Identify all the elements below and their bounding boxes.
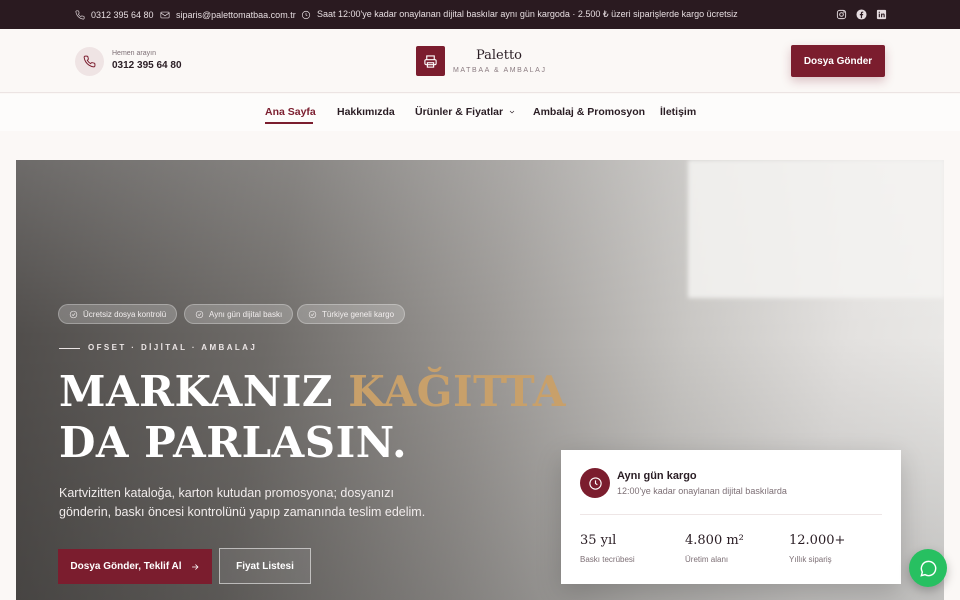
facebook-icon[interactable] xyxy=(855,8,867,20)
hero-light-area xyxy=(688,160,944,298)
stat-label: Yıllık sipariş xyxy=(789,555,832,564)
topbar-email-text: siparis@palettomatbaa.com.tr xyxy=(176,9,296,20)
nav-item-label: Ürünler & Fiyatlar xyxy=(415,106,504,118)
send-file-quote-button[interactable]: Dosya Gönder, Teklif Al xyxy=(58,549,212,584)
nav-item-home[interactable]: Ana Sayfa xyxy=(265,106,316,118)
phone-icon xyxy=(75,9,85,19)
clock-icon xyxy=(580,468,610,498)
instagram-icon[interactable] xyxy=(835,8,847,20)
topbar-email[interactable]: siparis@palettomatbaa.com.tr xyxy=(160,0,296,29)
feature-pill: Ücretsiz dosya kontrolü xyxy=(58,304,178,324)
mail-icon xyxy=(160,11,170,18)
price-list-button[interactable]: Fiyat Listesi xyxy=(219,548,311,584)
eyebrow-line xyxy=(59,348,80,349)
stat-value: 4.800 m² xyxy=(685,533,744,548)
stat-label: Baskı tecrübesi xyxy=(580,555,635,564)
feature-pill-label: Ücretsiz dosya kontrolü xyxy=(83,309,167,319)
printer-logo-icon[interactable] xyxy=(416,46,445,76)
feature-pill-label: Türkiye geneli kargo xyxy=(322,309,395,319)
headline-line2: DA PARLASIN. xyxy=(59,418,408,467)
hero-eyebrow: OFSET · DİJİTAL · AMBALAJ xyxy=(88,343,258,352)
card-divider xyxy=(580,514,882,515)
hero-headline: MARKANIZ KAĞITTA DA PARLASIN. xyxy=(59,366,566,468)
nav-item-contact[interactable]: İletişim xyxy=(660,106,696,118)
topbar-phone[interactable]: 0312 395 64 80 xyxy=(75,0,154,29)
topbar-notice-text: Saat 12:00'ye kadar onaylanan dijital ba… xyxy=(317,9,738,19)
call-label: Hemen arayın xyxy=(112,50,156,57)
feature-pill: Aynı gün dijital baskı xyxy=(184,304,294,324)
nav-item-label: Ana Sayfa xyxy=(265,106,316,118)
chat-bubble-icon xyxy=(919,560,936,577)
nav-item-packaging[interactable]: Ambalaj & Promosyon xyxy=(533,106,645,118)
headline-accent: KAĞITTA xyxy=(348,367,566,416)
clock-icon xyxy=(301,10,311,19)
send-file-button[interactable]: Dosya Gönder xyxy=(791,45,885,77)
chevron-down-icon xyxy=(509,110,515,114)
stat-label: Üretim alanı xyxy=(685,555,729,564)
linkedin-icon[interactable] xyxy=(875,8,887,20)
call-number[interactable]: 0312 395 64 80 xyxy=(112,60,182,71)
nav-item-label: Ambalaj & Promosyon xyxy=(533,106,646,118)
check-circle-icon xyxy=(69,310,78,318)
nav-item-label: Hakkımızda xyxy=(337,106,395,118)
nav-item-label: İletişim xyxy=(660,106,697,118)
stat-value: 35 yıl xyxy=(580,533,617,548)
card-subtitle: 12:00'ye kadar onaylanan dijital baskıla… xyxy=(617,486,787,496)
chat-button[interactable] xyxy=(909,549,947,587)
stat-value: 12.000+ xyxy=(789,533,846,548)
check-circle-icon xyxy=(308,310,317,318)
brand-tagline: MATBAA & AMBALAJ xyxy=(453,67,547,74)
brand-name[interactable]: Paletto xyxy=(455,48,543,63)
headline-part: MARKANIZ xyxy=(59,367,349,416)
button-label: Dosya Gönder, Teklif Al xyxy=(70,561,182,572)
nav-item-products[interactable]: Ürünler & Fiyatlar xyxy=(415,106,516,118)
nav-active-indicator xyxy=(265,122,313,124)
card-title: Aynı gün kargo xyxy=(617,470,697,482)
feature-pill: Türkiye geneli kargo xyxy=(297,304,406,324)
hero-description: Kartvizitten kataloğa, karton kutudan pr… xyxy=(59,486,426,519)
nav-item-about[interactable]: Hakkımızda xyxy=(337,106,395,118)
check-circle-icon xyxy=(195,310,204,318)
topbar-phone-text: 0312 395 64 80 xyxy=(91,9,154,20)
call-phone-icon[interactable] xyxy=(75,47,104,76)
feature-pill-label: Aynı gün dijital baskı xyxy=(209,309,283,319)
arrow-right-icon xyxy=(191,563,199,570)
top-bar: 0312 395 64 80 siparis@palettomatbaa.com… xyxy=(0,0,960,29)
topbar-notice: Saat 12:00'ye kadar onaylanan dijital ba… xyxy=(301,0,738,29)
